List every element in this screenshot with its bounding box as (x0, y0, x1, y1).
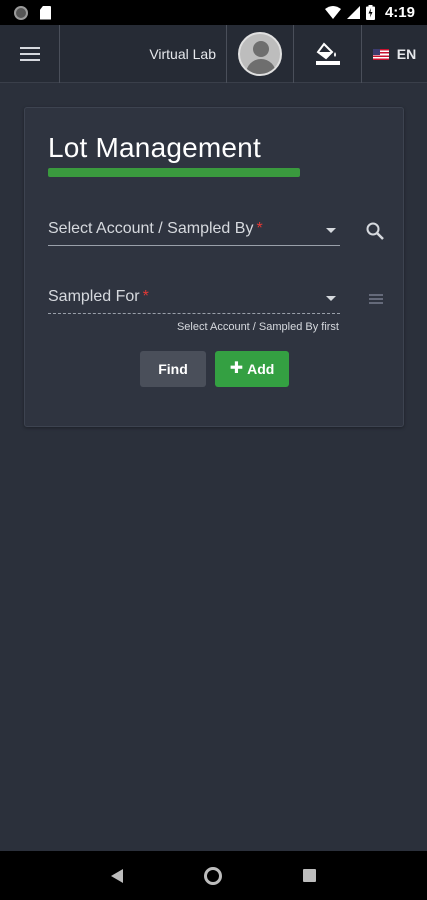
notification-dot-icon (14, 5, 28, 20)
sampled-for-select[interactable]: Sampled For * (48, 284, 340, 314)
home-icon[interactable] (203, 866, 222, 885)
required-marker: * (142, 288, 149, 305)
chevron-down-icon (326, 228, 336, 233)
field-hint: Select Account / Sampled By first (176, 321, 339, 333)
title-underline (48, 168, 300, 177)
brand-label: Virtual Lab (149, 46, 216, 62)
list-icon (369, 294, 383, 304)
profile-button[interactable] (227, 25, 294, 83)
account-select-label: Select Account / Sampled By * (48, 220, 263, 237)
app-brand: Virtual Lab (60, 25, 227, 83)
app-header: Virtual Lab EN (0, 25, 427, 83)
page-title: Lot Management (48, 132, 261, 163)
user-avatar-icon (238, 32, 282, 76)
add-button[interactable]: ✚ Add (215, 351, 289, 387)
plus-icon: ✚ (229, 360, 244, 377)
battery-charging-icon (365, 5, 375, 20)
back-icon[interactable] (110, 868, 123, 883)
language-selector[interactable]: EN (362, 25, 427, 83)
language-label: EN (396, 46, 417, 62)
theme-button[interactable] (294, 25, 362, 83)
add-button-label: Add (247, 361, 275, 377)
sd-card-icon (40, 5, 51, 20)
us-flag-icon (372, 48, 389, 60)
lot-management-card: Lot Management Select Account / Sampled … (24, 107, 404, 427)
hamburger-menu-icon (19, 47, 40, 61)
system-nav-bar (0, 851, 427, 900)
menu-button[interactable] (0, 25, 60, 83)
paint-bucket-icon (315, 42, 340, 65)
status-bar: 4:19 (0, 0, 427, 25)
required-marker: * (256, 220, 263, 237)
find-button-label: Find (158, 361, 188, 377)
search-icon[interactable] (365, 221, 385, 241)
recent-apps-icon[interactable] (303, 869, 317, 882)
status-time: 4:19 (384, 4, 415, 21)
chevron-down-icon (326, 296, 336, 301)
wifi-icon (324, 6, 341, 19)
signal-icon (346, 6, 360, 19)
account-select[interactable]: Select Account / Sampled By * (48, 216, 340, 246)
find-button[interactable]: Find (140, 351, 206, 387)
sampled-for-label: Sampled For * (48, 288, 149, 305)
